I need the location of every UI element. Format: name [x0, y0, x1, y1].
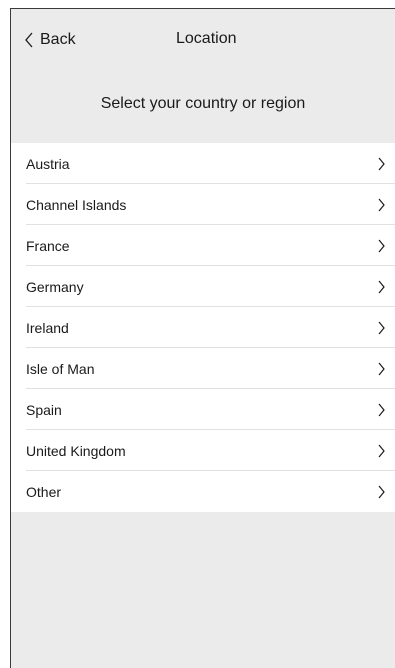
list-item-label: Isle of Man: [26, 360, 95, 377]
chevron-right-icon: [378, 280, 385, 294]
list-item-label: Austria: [26, 155, 70, 172]
chevron-left-icon: [25, 32, 33, 48]
chevron-right-icon: [378, 444, 385, 458]
chevron-right-icon: [378, 198, 385, 212]
chevron-right-icon: [378, 239, 385, 253]
list-item-label: Other: [26, 483, 62, 500]
chevron-right-icon: [378, 321, 385, 335]
list-item-isle-of-man[interactable]: Isle of Man: [11, 348, 395, 389]
list-item-label: United Kingdom: [26, 442, 126, 459]
chevron-right-icon: [378, 403, 385, 417]
nav-bar: Back Location: [11, 9, 395, 71]
list-item-austria[interactable]: Austria: [11, 143, 395, 184]
section-header: Select your country or region: [100, 95, 306, 112]
list-item-label: Ireland: [26, 319, 69, 336]
chevron-right-icon: [378, 157, 385, 171]
list-item-label: Germany: [26, 278, 84, 295]
country-list: Austria Channel Islands France Germany I…: [11, 143, 395, 512]
list-item-france[interactable]: France: [11, 225, 395, 266]
list-item-germany[interactable]: Germany: [11, 266, 395, 307]
list-item-label: France: [26, 237, 70, 254]
list-item-ireland[interactable]: Ireland: [11, 307, 395, 348]
list-item-channel-islands[interactable]: Channel Islands: [11, 184, 395, 225]
back-label: Back: [40, 31, 76, 48]
chevron-right-icon: [378, 362, 385, 376]
list-item-united-kingdom[interactable]: United Kingdom: [11, 430, 395, 471]
back-button[interactable]: Back: [25, 29, 76, 51]
chevron-right-icon: [378, 485, 385, 499]
page-title: Location: [176, 30, 237, 47]
app-screen: Back Location Select your country or reg…: [10, 8, 395, 668]
list-item-label: Spain: [26, 401, 62, 418]
list-item-spain[interactable]: Spain: [11, 389, 395, 430]
list-item-label: Channel Islands: [26, 196, 127, 213]
list-item-other[interactable]: Other: [11, 471, 395, 512]
